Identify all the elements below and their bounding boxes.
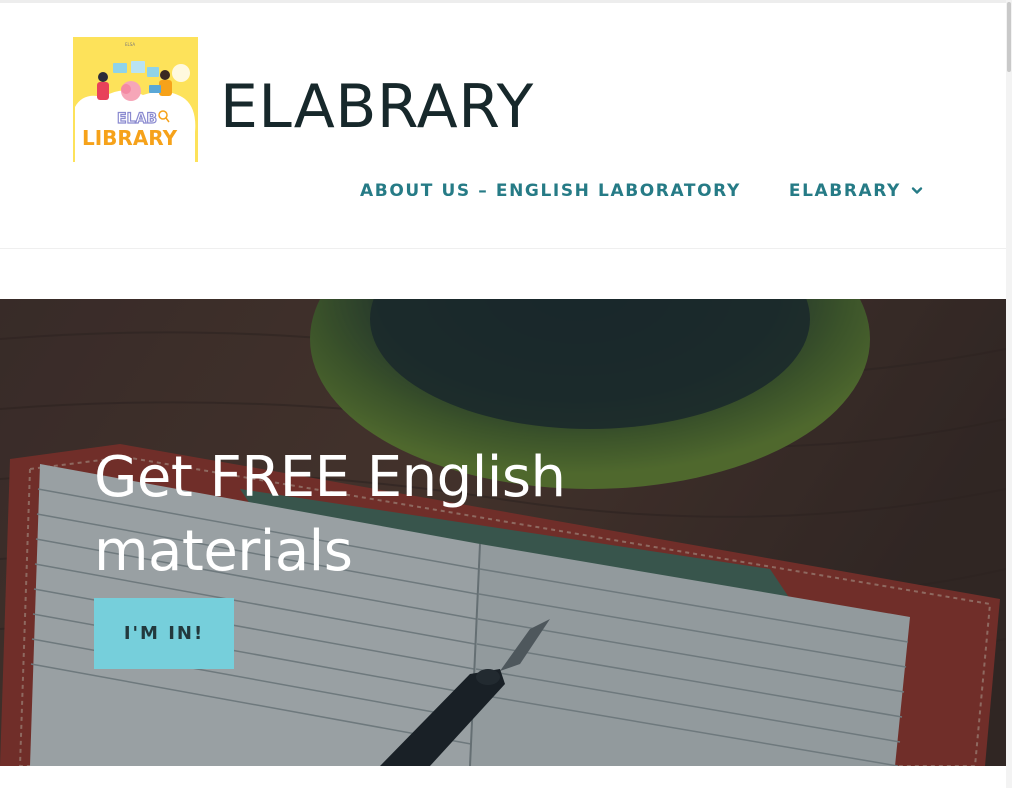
chevron-down-icon[interactable] bbox=[911, 186, 923, 196]
svg-text:LIBRARY: LIBRARY bbox=[82, 126, 178, 150]
scrollbar-thumb[interactable] bbox=[1007, 2, 1011, 72]
nav-item-elabrary[interactable]: ELABRARY bbox=[789, 181, 923, 201]
hero-banner: Get FREE English materials I'M IN! bbox=[0, 299, 1006, 766]
site-logo[interactable]: ELSA ELAB LIBRARY bbox=[73, 37, 198, 162]
page-scrollbar[interactable] bbox=[1006, 0, 1012, 788]
nav-item-about-us[interactable]: ABOUT US – ENGLISH LABORATORY bbox=[360, 181, 741, 201]
svg-text:ELAB: ELAB bbox=[117, 111, 157, 127]
site-header: ELSA ELAB LIBRARY ELABRARY ABOUT US – EN… bbox=[0, 3, 1006, 249]
hero-heading: Get FREE English materials bbox=[94, 445, 566, 584]
nav-item-label: ELABRARY bbox=[788, 181, 901, 201]
site-title[interactable]: ELABRARY bbox=[220, 69, 534, 145]
elab-library-logo-icon: ELSA ELAB LIBRARY bbox=[73, 37, 198, 162]
im-in-button[interactable]: I'M IN! bbox=[94, 598, 234, 669]
svg-text:ELSA: ELSA bbox=[125, 42, 135, 47]
main-nav: ABOUT US – ENGLISH LABORATORY ELABRARY bbox=[360, 177, 923, 205]
nav-item-label: ABOUT US – ENGLISH LABORATORY bbox=[360, 181, 741, 201]
